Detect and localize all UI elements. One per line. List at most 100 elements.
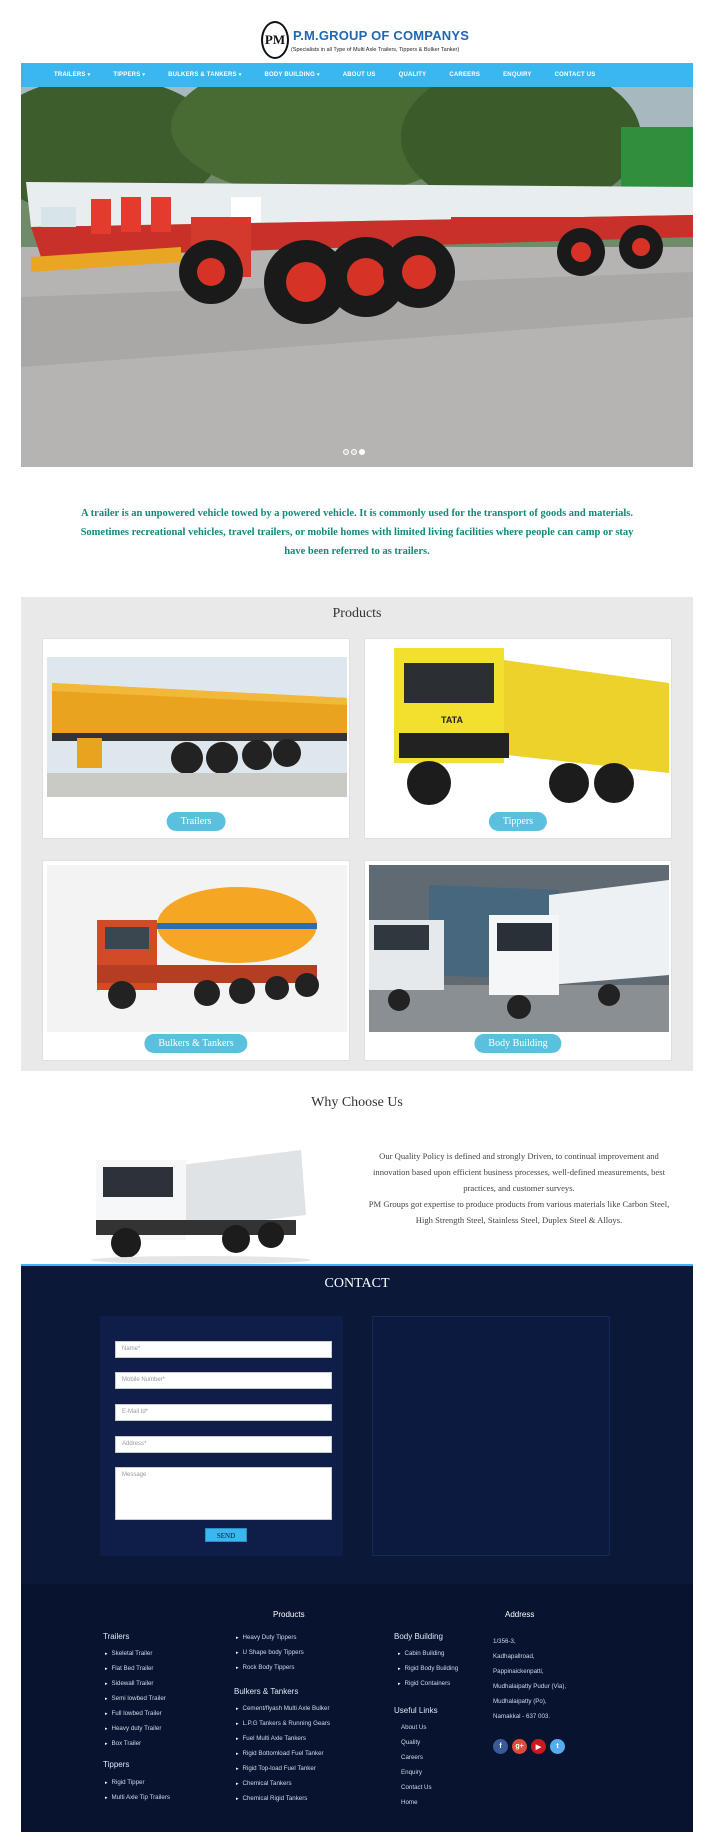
footer-products-heading: Products (273, 1610, 305, 1619)
footer-link-label: Rigid Top-load Fuel Tanker (242, 1765, 316, 1772)
nav-item-contact-us[interactable]: CONTACT US (555, 72, 596, 78)
footer-link-home[interactable]: Home (401, 1795, 432, 1810)
site-header: PM P.M.GROUP OF COMPANYS (Specialists in… (21, 0, 693, 63)
why-heading: Why Choose Us (311, 1095, 403, 1110)
caret-right-icon: ▸ (236, 1650, 239, 1656)
footer-link-label: Full lowbed Trailer (111, 1710, 162, 1717)
nav-item-enquiry[interactable]: ENQUIRY (503, 72, 532, 78)
chevron-down-icon: ▾ (87, 72, 91, 78)
footer-link-enquiry[interactable]: Enquiry (401, 1765, 432, 1780)
footer-link-label: Flat Bed Trailer (111, 1665, 154, 1672)
nav-item-trailers[interactable]: TRAILERS ▾ (54, 72, 90, 78)
chevron-down-icon: ▾ (142, 72, 146, 78)
product-button-tippers[interactable]: Tippers (488, 812, 548, 831)
footer-link[interactable]: ▸ Heavy duty Trailer (105, 1721, 166, 1736)
address-line: Namakkal - 637 003. (493, 1713, 551, 1720)
product-image-body-building (369, 865, 669, 1032)
footer-link[interactable]: ▸ Rock Body Tippers (236, 1660, 304, 1675)
footer-link-quality[interactable]: Quality (401, 1735, 432, 1750)
product-button-body-building[interactable]: Body Building (474, 1034, 562, 1053)
slider-dot-active[interactable] (359, 449, 365, 455)
caret-right-icon: ▸ (105, 1780, 108, 1786)
product-card-tippers[interactable]: TATA Tippers (364, 638, 672, 839)
footer-link[interactable]: ▸ Chemical Tankers (236, 1776, 330, 1791)
contact-section: CONTACT Name* Mobile Number* E-Mail Id* … (21, 1264, 693, 1584)
footer-link[interactable]: ▸ Box Trailer (105, 1736, 166, 1751)
twitter-icon[interactable]: t (550, 1739, 565, 1754)
footer-link[interactable]: ▸ Rigid Top-load Fuel Tanker (236, 1761, 330, 1776)
footer-link-label: Rigid Containers (404, 1680, 451, 1687)
caret-right-icon: ▸ (105, 1726, 108, 1732)
footer-link-about-us[interactable]: About Us (401, 1720, 432, 1735)
nav-item-label: BULKERS & TANKERS (168, 72, 237, 78)
nav-item-tippers[interactable]: TIPPERS ▾ (113, 72, 145, 78)
footer-link[interactable]: ▸ Rigid Tipper (105, 1775, 170, 1790)
footer-link[interactable]: ▸ Multi Axle Tip Trailers (105, 1790, 170, 1805)
nav-item-label: CAREERS (449, 72, 481, 78)
footer-link[interactable]: ▸ U Shape body Tippers (236, 1645, 304, 1660)
footer-link[interactable]: ▸ Rigid Containers (398, 1676, 458, 1691)
footer-link-contact-us[interactable]: Contact Us (401, 1780, 432, 1795)
nav-item-quality[interactable]: QUALITY (399, 72, 427, 78)
footer-link[interactable]: ▸ Skeletal Trailer (105, 1646, 166, 1661)
footer-link[interactable]: ▸ Fuel Multi Axle Tankers (236, 1731, 330, 1746)
footer-bulkers-heading[interactable]: Bulkers & Tankers (234, 1687, 298, 1696)
footer-body-building-heading[interactable]: Body Building (394, 1632, 443, 1641)
footer-link-careers[interactable]: Careers (401, 1750, 432, 1765)
nav-item-about-us[interactable]: ABOUT US (343, 72, 376, 78)
footer-link[interactable]: ▸ Heavy Duty Tippers (236, 1630, 304, 1645)
caret-right-icon: ▸ (236, 1751, 239, 1757)
footer-trailers-heading[interactable]: Trailers (103, 1632, 129, 1641)
footer-link[interactable]: ▸ Semi lowbed Trailer (105, 1691, 166, 1706)
footer-link[interactable]: ▸ Rigid Bottomload Fuel Tanker (236, 1746, 330, 1761)
footer-tippers-heading[interactable]: Tippers (103, 1760, 129, 1769)
footer-link[interactable]: ▸ L.P.G Tankers & Running Gears (236, 1716, 330, 1731)
footer-link-label: Semi lowbed Trailer (111, 1695, 166, 1702)
main-nav: TRAILERS ▾ TIPPERS ▾ BULKERS & TANKERS ▾ BO… (21, 63, 693, 87)
product-card-body-building[interactable]: Body Building (364, 860, 672, 1061)
svg-text:TATA: TATA (441, 715, 463, 725)
footer-link-label: Cabin Building (404, 1650, 445, 1657)
mobile-field[interactable]: Mobile Number* (115, 1372, 332, 1389)
product-button-bulkers-tankers[interactable]: Bulkers & Tankers (144, 1034, 248, 1053)
address-field[interactable]: Address* (115, 1436, 332, 1453)
site-title[interactable]: P.M.GROUP OF COMPANYS (293, 28, 469, 43)
product-card-bulkers-tankers[interactable]: Bulkers & Tankers (42, 860, 350, 1061)
email-field[interactable]: E-Mail Id* (115, 1404, 332, 1421)
product-image-tippers: TATA (369, 643, 669, 810)
google-plus-icon[interactable]: g+ (512, 1739, 527, 1754)
footer-link-label: Sidewall Trailer (111, 1680, 154, 1687)
caret-right-icon: ▸ (236, 1665, 239, 1671)
logo-emblem[interactable]: PM (261, 21, 289, 59)
map-panel[interactable] (372, 1316, 610, 1556)
product-button-trailers[interactable]: Trailers (166, 812, 226, 831)
footer-link-label: Box Trailer (111, 1740, 142, 1747)
nav-item-bulkers-tankers[interactable]: BULKERS & TANKERS ▾ (168, 72, 241, 78)
footer-link[interactable]: ▸ Sidewall Trailer (105, 1676, 166, 1691)
youtube-icon[interactable]: ▶ (531, 1739, 546, 1754)
facebook-icon[interactable]: f (493, 1739, 508, 1754)
why-text: Our Quality Policy is defined and strong… (364, 1148, 674, 1228)
footer-link[interactable]: ▸ Cabin Building (398, 1646, 458, 1661)
footer-link[interactable]: ▸ Chemical Rigid Tankers (236, 1791, 330, 1806)
send-button[interactable]: SEND (205, 1528, 247, 1542)
caret-right-icon: ▸ (105, 1681, 108, 1687)
footer-link[interactable]: ▸ Cement/flyash Multi Axle Bulker (236, 1701, 330, 1716)
footer-link-label: Rigid Body Building (404, 1665, 459, 1672)
product-card-trailers[interactable]: Trailers (42, 638, 350, 839)
chevron-down-icon: ▾ (238, 72, 242, 78)
message-field[interactable]: Message (115, 1467, 332, 1520)
slider-dot[interactable] (351, 449, 357, 455)
nav-item-body-building[interactable]: BODY BUILDING ▾ (264, 72, 319, 78)
hero-slider[interactable] (21, 87, 693, 467)
footer-link[interactable]: ▸ Rigid Body Building (398, 1661, 458, 1676)
footer-link-label: Multi Axle Tip Trailers (111, 1794, 170, 1801)
name-field[interactable]: Name* (115, 1341, 332, 1358)
footer-link[interactable]: ▸ Full lowbed Trailer (105, 1706, 166, 1721)
intro-text: A trailer is an unpowered vehicle towed … (80, 508, 634, 557)
footer-link-label: Rock Body Tippers (242, 1664, 295, 1671)
footer-link[interactable]: ▸ Flat Bed Trailer (105, 1661, 166, 1676)
nav-item-careers[interactable]: CAREERS (449, 72, 480, 78)
slider-dot[interactable] (343, 449, 349, 455)
footer-address-heading: Address (505, 1610, 535, 1619)
